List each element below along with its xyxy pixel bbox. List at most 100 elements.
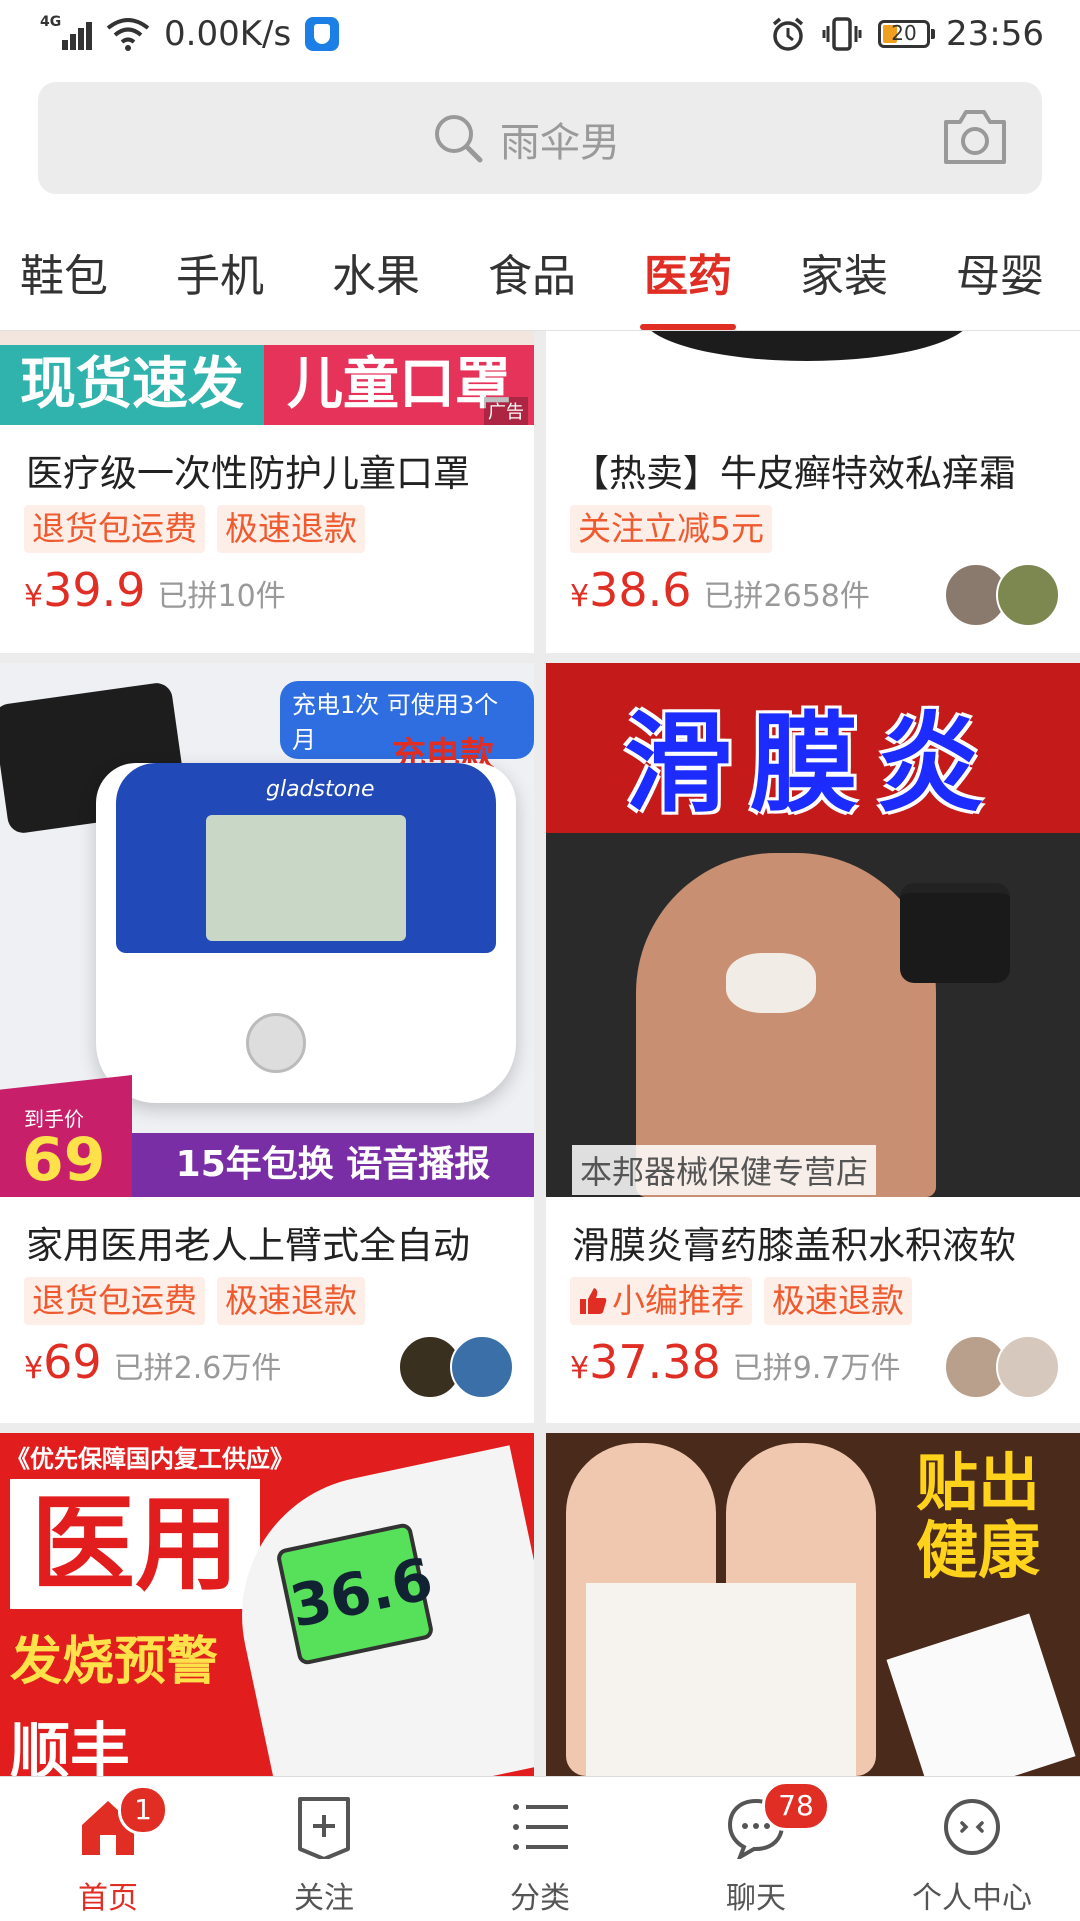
avatar (996, 563, 1060, 627)
shop-name: 本邦器械保健专营店 (572, 1145, 877, 1195)
search-bar-area: 雨伞男 (0, 72, 1080, 200)
tab-medicine[interactable]: 医药 (628, 240, 748, 304)
product-image: 滑膜炎 本邦器械保健专营店 (546, 663, 1080, 1197)
image-sub-label: 发烧预警 (10, 1632, 219, 1692)
image-bottom-text: 顺丰 (10, 1717, 130, 1776)
wifi-icon (106, 18, 150, 51)
tag-fast-refund: 极速退款 (764, 1277, 912, 1325)
buyer-avatars (944, 563, 1060, 627)
category-list-icon (513, 1804, 568, 1850)
product-title: 家用医用老人上臂式全自动 (26, 1224, 470, 1267)
thumbs-up-icon (580, 1288, 607, 1314)
nav-follow[interactable]: 关注 (216, 1777, 432, 1921)
tab-phones[interactable]: 手机 (160, 240, 280, 304)
product-title: 滑膜炎膏药膝盖积水积液软 (572, 1224, 1016, 1267)
image-big-text: 医用 (10, 1479, 260, 1609)
product-image: 《优先保障国内复工供应》 医用 发烧预警 顺丰 36.6 (0, 1433, 534, 1776)
lcd-screen (206, 815, 406, 941)
nav-label: 个人中心 (912, 1881, 1032, 1916)
product-image: 充电1次 可使用3个月 充电款 gladstone 到手价 69 15年包换 语… (0, 663, 534, 1197)
nav-profile[interactable]: 个人中心 (864, 1777, 1080, 1921)
search-icon (435, 115, 483, 163)
clock: 23:56 (946, 14, 1044, 54)
tag-editor-pick: 小编推荐 (570, 1277, 752, 1325)
image-big-text: 滑膜炎 (623, 702, 1002, 827)
product-card[interactable]: 《优先保障国内复工供应》 医用 发烧预警 顺丰 36.6 (0, 1433, 534, 1776)
product-image (546, 331, 1080, 425)
active-tab-indicator (640, 324, 736, 330)
tab-home-decor[interactable]: 家装 (784, 240, 904, 304)
currency: ¥ (570, 1351, 590, 1386)
category-tabs: 鞋包 手机 水果 食品 医药 家装 母婴 (0, 200, 1080, 331)
product-card[interactable]: 【热卖】牛皮癣特效私痒霜 关注立减5元 ¥ 38.6 已拼2658件 (546, 331, 1080, 653)
avatar (450, 1335, 514, 1399)
tag-fast-refund: 极速退款 (217, 505, 365, 553)
nav-label: 关注 (294, 1881, 354, 1916)
banner-left: 现货速发 (0, 345, 264, 425)
tab-food[interactable]: 食品 (472, 240, 592, 304)
avatar (996, 1335, 1060, 1399)
signal-icon: 4G (40, 14, 92, 54)
profile-icon (944, 1799, 1000, 1855)
network-speed: 0.00K/s (164, 14, 292, 54)
sold-count: 已拼10件 (157, 579, 286, 614)
tab-shoes-bags[interactable]: 鞋包 (4, 240, 124, 304)
image-big-text-1: 贴出 (916, 1446, 1041, 1519)
currency: ¥ (570, 579, 590, 614)
buyer-avatars (398, 1335, 514, 1399)
camera-icon[interactable] (940, 106, 1010, 168)
promo-badge: 到手价 69 (0, 1075, 132, 1197)
tag-free-return: 退货包运费 (24, 1277, 205, 1325)
home-badge: 1 (118, 1785, 168, 1835)
image-big-text-2: 健康 (916, 1514, 1041, 1587)
nav-home[interactable]: 1 首页 (0, 1777, 216, 1921)
product-card[interactable]: 滑膜炎 本邦器械保健专营店 滑膜炎膏药膝盖积水积液软 小编推荐 极速退款 ¥ 3… (546, 663, 1080, 1423)
foot-patch (586, 1583, 856, 1776)
tab-fruit[interactable]: 水果 (316, 240, 436, 304)
currency: ¥ (24, 1351, 44, 1386)
search-input[interactable]: 雨伞男 (38, 82, 1042, 194)
power-icon (246, 1013, 306, 1073)
image-bottom-banner: 15年包换 语音播报 (132, 1133, 534, 1197)
security-app-icon (305, 17, 340, 51)
product-title: 医疗级一次性防护儿童口罩 (26, 452, 470, 495)
sold-count: 已拼2.6万件 (113, 1351, 282, 1386)
product-image: 贴出 健康 (546, 1433, 1080, 1776)
vibrate-icon (822, 17, 862, 51)
nav-label: 分类 (510, 1881, 570, 1916)
product-price: 38.6 (589, 563, 692, 617)
product-price: 37.38 (589, 1335, 721, 1389)
product-price: 39.9 (43, 563, 146, 617)
product-card[interactable]: 现货速发 儿童口罩 广告 医疗级一次性防护儿童口罩 退货包运费 极速退款 ¥ 3… (0, 331, 534, 653)
buyer-avatars (944, 1335, 1060, 1399)
tag-follow-discount: 关注立减5元 (570, 505, 772, 553)
ointment-jar (900, 883, 1010, 983)
status-bar: 4G 0.00K/s 20 23:56 (0, 0, 1080, 72)
monitor-body: gladstone (96, 763, 516, 1103)
nav-category[interactable]: 分类 (432, 1777, 648, 1921)
tag-fast-refund: 极速退款 (217, 1277, 365, 1325)
battery-icon: 20 (878, 20, 936, 48)
sold-count: 已拼2658件 (703, 579, 870, 614)
product-price: 69 (43, 1335, 102, 1389)
nav-label: 聊天 (726, 1881, 786, 1916)
search-placeholder: 雨伞男 (500, 120, 620, 166)
alarm-icon (772, 17, 804, 51)
image-top-label: 《优先保障国内复工供应》 (6, 1445, 294, 1473)
sold-count: 已拼9.7万件 (732, 1351, 901, 1386)
package-shape (886, 1613, 1076, 1776)
follow-icon (298, 1797, 350, 1859)
currency: ¥ (24, 579, 44, 614)
product-title: 【热卖】牛皮癣特效私痒霜 (572, 452, 1016, 495)
nav-chat[interactable]: 78 聊天 (648, 1777, 864, 1921)
brand-label: gladstone (266, 777, 375, 802)
tag-free-return: 退货包运费 (24, 505, 205, 553)
product-card[interactable]: 贴出 健康 (546, 1433, 1080, 1776)
ad-label: 广告 (484, 397, 528, 425)
chat-badge: 78 (762, 1781, 830, 1831)
tab-mother-baby[interactable]: 母婴 (940, 240, 1060, 304)
nav-label: 首页 (78, 1881, 138, 1916)
product-grid: 现货速发 儿童口罩 广告 医疗级一次性防护儿童口罩 退货包运费 极速退款 ¥ 3… (0, 331, 1080, 1776)
product-card[interactable]: 充电1次 可使用3个月 充电款 gladstone 到手价 69 15年包换 语… (0, 663, 534, 1423)
product-image: 现货速发 儿童口罩 广告 (0, 331, 534, 425)
